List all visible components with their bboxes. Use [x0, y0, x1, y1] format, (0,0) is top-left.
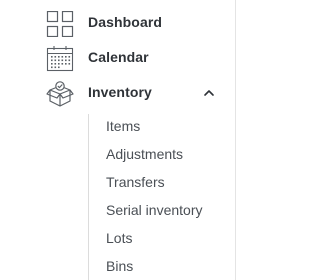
chevron-up-icon[interactable]	[202, 86, 216, 100]
sidebar-divider	[235, 0, 236, 280]
nav-item-inventory[interactable]: Inventory	[0, 77, 234, 111]
nav-label-dashboard: Dashboard	[88, 14, 163, 30]
box-icon	[46, 81, 74, 107]
nav-item-dashboard[interactable]: Dashboard	[0, 7, 234, 41]
nav-item-calendar[interactable]: Calendar	[0, 42, 234, 76]
submenu-item-bins[interactable]: Bins	[106, 254, 226, 278]
submenu-item-serial-inventory[interactable]: Serial inventory	[106, 198, 226, 222]
sidebar: Dashboard Calendar Inventory Items Adjus…	[0, 0, 298, 280]
submenu-item-adjustments[interactable]: Adjustments	[106, 142, 226, 166]
submenu-item-transfers[interactable]: Transfers	[106, 170, 226, 194]
nav-label-calendar: Calendar	[88, 49, 149, 65]
submenu-rail	[88, 114, 89, 280]
grid-icon	[46, 11, 74, 37]
submenu-item-items[interactable]: Items	[106, 114, 226, 138]
nav-label-inventory: Inventory	[88, 84, 152, 100]
submenu-item-lots[interactable]: Lots	[106, 226, 226, 250]
calendar-icon	[46, 46, 74, 72]
